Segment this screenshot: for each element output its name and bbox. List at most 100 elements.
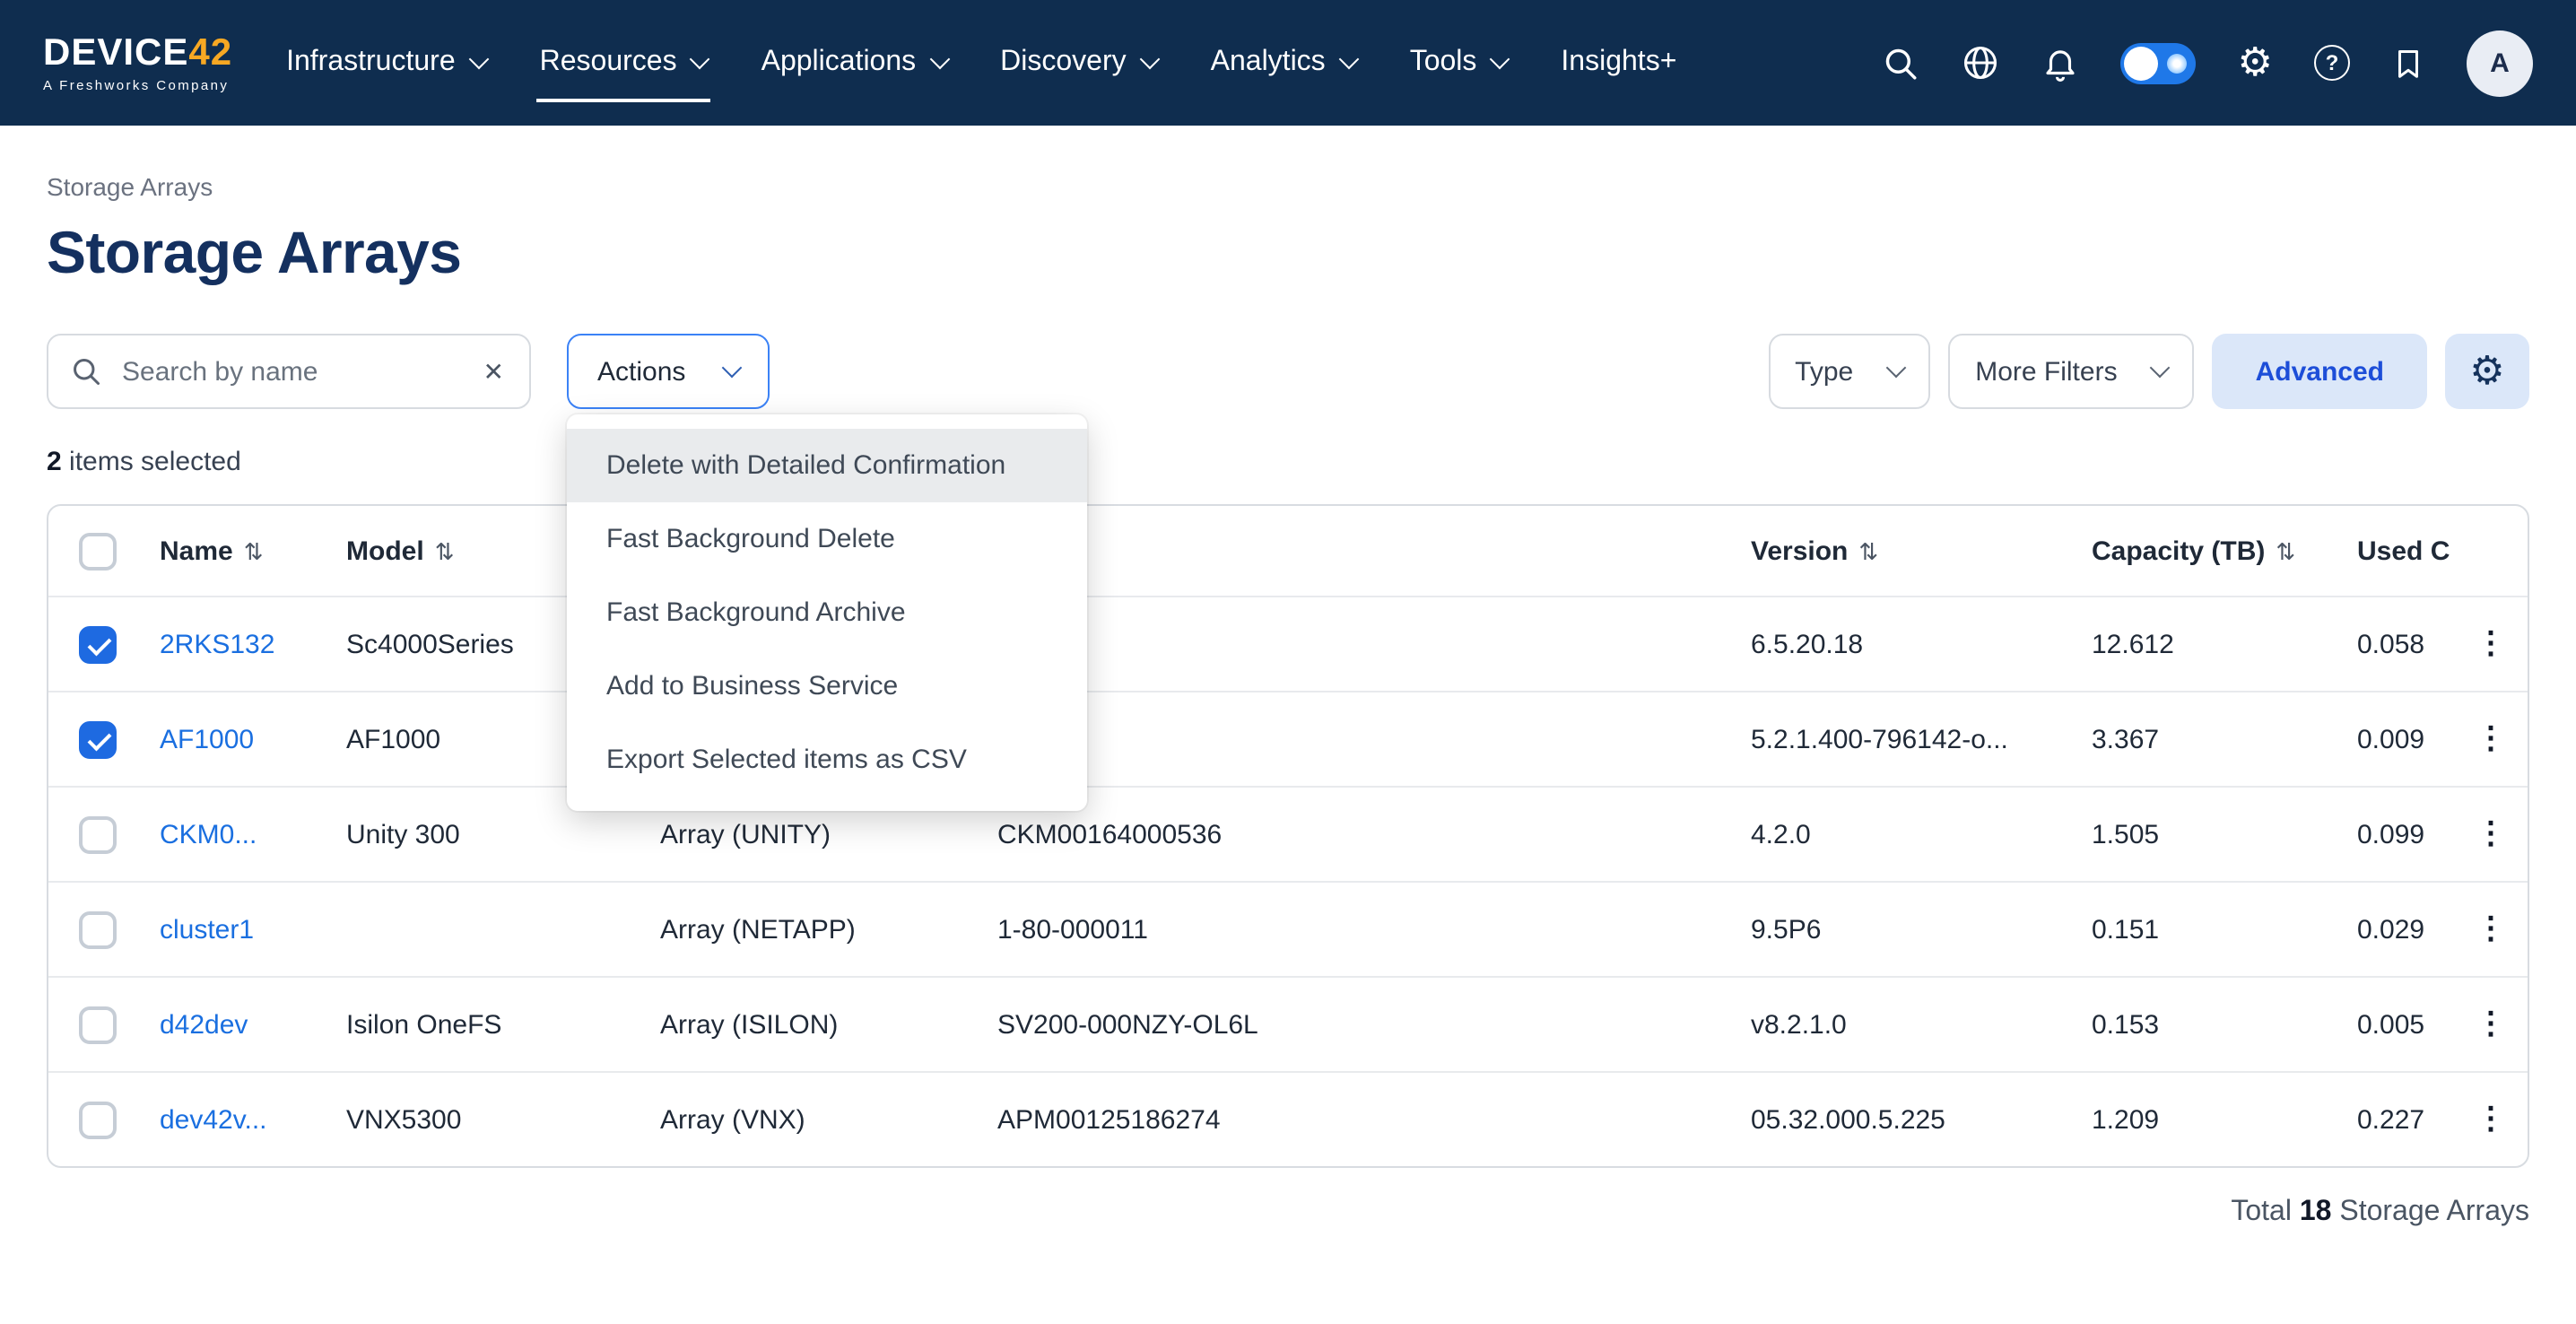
menu-item-export-selected-csv[interactable]: Export Selected items as CSV [567, 723, 1087, 797]
row-menu-icon[interactable]: ⋮ [2465, 626, 2517, 662]
nav-item-infrastructure[interactable]: Infrastructure [286, 47, 486, 79]
sort-icon[interactable]: ⇅ [2276, 537, 2295, 564]
cell-serial: SV200-000NZY-OL6L [983, 977, 1736, 1072]
storage-arrays-table: Name⇅ Model⇅ Version⇅ Capacity (TB)⇅ Use… [47, 504, 2529, 1168]
column-header-serial[interactable] [983, 506, 1736, 597]
select-all-checkbox[interactable] [78, 532, 116, 570]
more-filters-dropdown[interactable]: More Filters [1948, 334, 2194, 409]
chevron-down-icon [722, 358, 743, 379]
row-checkbox[interactable] [78, 1101, 116, 1138]
cell-version: v8.2.1.0 [1736, 977, 2077, 1072]
advanced-button[interactable]: Advanced [2213, 334, 2427, 409]
total-prefix: Total [2231, 1197, 2292, 1227]
cell-serial: 1-80-000011 [983, 882, 1736, 977]
nav-label: Applications [761, 47, 917, 79]
theme-toggle[interactable] [2121, 42, 2197, 83]
total-number: 18 [2300, 1197, 2332, 1227]
storage-array-link[interactable]: CKM0... [160, 819, 257, 849]
row-checkbox[interactable] [78, 720, 116, 758]
cell-model: Isilon OneFS [332, 977, 646, 1072]
search-box[interactable]: ✕ [47, 334, 531, 409]
table-row: cluster1 Array (NETAPP) 1-80-000011 9.5P… [48, 882, 2529, 977]
bookmark-icon[interactable] [2391, 46, 2425, 80]
row-menu-icon[interactable]: ⋮ [2465, 1006, 2517, 1042]
nav-item-applications[interactable]: Applications [761, 47, 947, 79]
actions-dropdown-menu: Delete with Detailed Confirmation Fast B… [567, 414, 1087, 811]
column-header-used-capacity[interactable]: Used Ca [2343, 506, 2450, 597]
storage-array-link[interactable]: 2RKS132 [160, 629, 274, 659]
nav-item-resources[interactable]: Resources [540, 47, 708, 79]
cell-version: 5.2.1.400-796142-o... [1736, 692, 2077, 787]
total-suffix: Storage Arrays [2339, 1197, 2529, 1227]
bell-icon[interactable] [2042, 44, 2080, 82]
device42-logo[interactable]: DEVICE42 A Freshworks Company [43, 34, 232, 92]
cell-version: 6.5.20.18 [1736, 597, 2077, 692]
row-menu-icon[interactable]: ⋮ [2465, 816, 2517, 852]
settings-gear-icon[interactable]: ⚙ [2238, 43, 2273, 83]
toggle-knob [2125, 46, 2159, 80]
cell-capacity: 0.153 [2077, 977, 2343, 1072]
actions-dropdown-button[interactable]: Actions [567, 334, 770, 409]
row-menu-icon[interactable]: ⋮ [2465, 721, 2517, 757]
type-filter-dropdown[interactable]: Type [1768, 334, 1930, 409]
menu-item-add-to-business-service[interactable]: Add to Business Service [567, 649, 1087, 723]
magnifier-icon [70, 355, 102, 388]
row-checkbox[interactable] [78, 625, 116, 663]
table-row: CKM0... Unity 300 Array (UNITY) CKM00164… [48, 787, 2529, 882]
cell-capacity: 1.209 [2077, 1072, 2343, 1166]
row-menu-icon[interactable]: ⋮ [2465, 1102, 2517, 1137]
help-icon[interactable]: ? [2314, 45, 2350, 81]
gear-icon: ⚙ [2469, 352, 2504, 391]
breadcrumb[interactable]: Storage Arrays [47, 172, 2529, 201]
nav-item-analytics[interactable]: Analytics [1211, 47, 1356, 79]
logo-tagline: A Freshworks Company [43, 79, 232, 92]
row-menu-icon[interactable]: ⋮ [2465, 911, 2517, 947]
table-header-row: Name⇅ Model⇅ Version⇅ Capacity (TB)⇅ Use… [48, 506, 2529, 597]
actions-button-label: Actions [597, 356, 685, 387]
cell-used-capacity: 0.029 [2343, 882, 2450, 977]
top-navigation-bar: DEVICE42 A Freshworks Company Infrastruc… [0, 0, 2576, 126]
nav-utility-icons: ⚙ ? A [1883, 30, 2533, 96]
user-avatar[interactable]: A [2467, 30, 2533, 96]
cell-capacity: 0.151 [2077, 882, 2343, 977]
menu-item-delete-with-detailed-confirmation[interactable]: Delete with Detailed Confirmation [567, 429, 1087, 502]
more-filters-label: More Filters [1975, 356, 2117, 387]
clear-search-icon[interactable]: ✕ [480, 353, 508, 390]
storage-array-link[interactable]: d42dev [160, 1009, 248, 1040]
toolbar: ✕ Actions Delete with Detailed Confirmat… [47, 334, 2529, 409]
cell-type: Array (VNX) [646, 1072, 983, 1166]
sort-icon[interactable]: ⇅ [244, 537, 264, 564]
menu-item-fast-background-archive[interactable]: Fast Background Archive [567, 576, 1087, 649]
column-header-capacity[interactable]: Capacity (TB)⇅ [2077, 506, 2343, 597]
cell-used-capacity: 0.058 [2343, 597, 2450, 692]
column-header-name[interactable]: Name⇅ [145, 506, 332, 597]
column-header-version[interactable]: Version⇅ [1736, 506, 2077, 597]
storage-array-link[interactable]: AF1000 [160, 724, 254, 754]
cell-used-capacity: 0.227 [2343, 1072, 2450, 1166]
cell-used-capacity: 0.009 [2343, 692, 2450, 787]
search-input[interactable] [118, 354, 480, 388]
row-checkbox[interactable] [78, 815, 116, 853]
logo-text-device: DEVICE [43, 32, 188, 74]
row-checkbox[interactable] [78, 1006, 116, 1043]
nav-item-tools[interactable]: Tools [1410, 47, 1508, 79]
cell-serial: APM00125186274 [983, 1072, 1736, 1166]
nav-item-discovery[interactable]: Discovery [1000, 47, 1156, 79]
table-settings-button[interactable]: ⚙ [2445, 334, 2529, 409]
nav-item-insights-plus[interactable]: Insights+ [1561, 47, 1676, 79]
storage-array-link[interactable]: dev42v... [160, 1104, 267, 1135]
search-icon[interactable] [1883, 44, 1920, 82]
cell-capacity: 1.505 [2077, 787, 2343, 882]
row-checkbox[interactable] [78, 910, 116, 948]
chevron-down-icon [1139, 49, 1160, 70]
globe-icon[interactable] [1962, 43, 2001, 83]
cell-type: Array (NETAPP) [646, 882, 983, 977]
menu-item-fast-background-delete[interactable]: Fast Background Delete [567, 502, 1087, 576]
cell-used-capacity: 0.099 [2343, 787, 2450, 882]
storage-array-link[interactable]: cluster1 [160, 914, 254, 945]
cell-model [332, 882, 646, 977]
cell-type: Array (ISILON) [646, 977, 983, 1072]
sort-icon[interactable]: ⇅ [1858, 537, 1878, 564]
sort-icon[interactable]: ⇅ [435, 537, 455, 564]
type-filter-label: Type [1795, 356, 1853, 387]
